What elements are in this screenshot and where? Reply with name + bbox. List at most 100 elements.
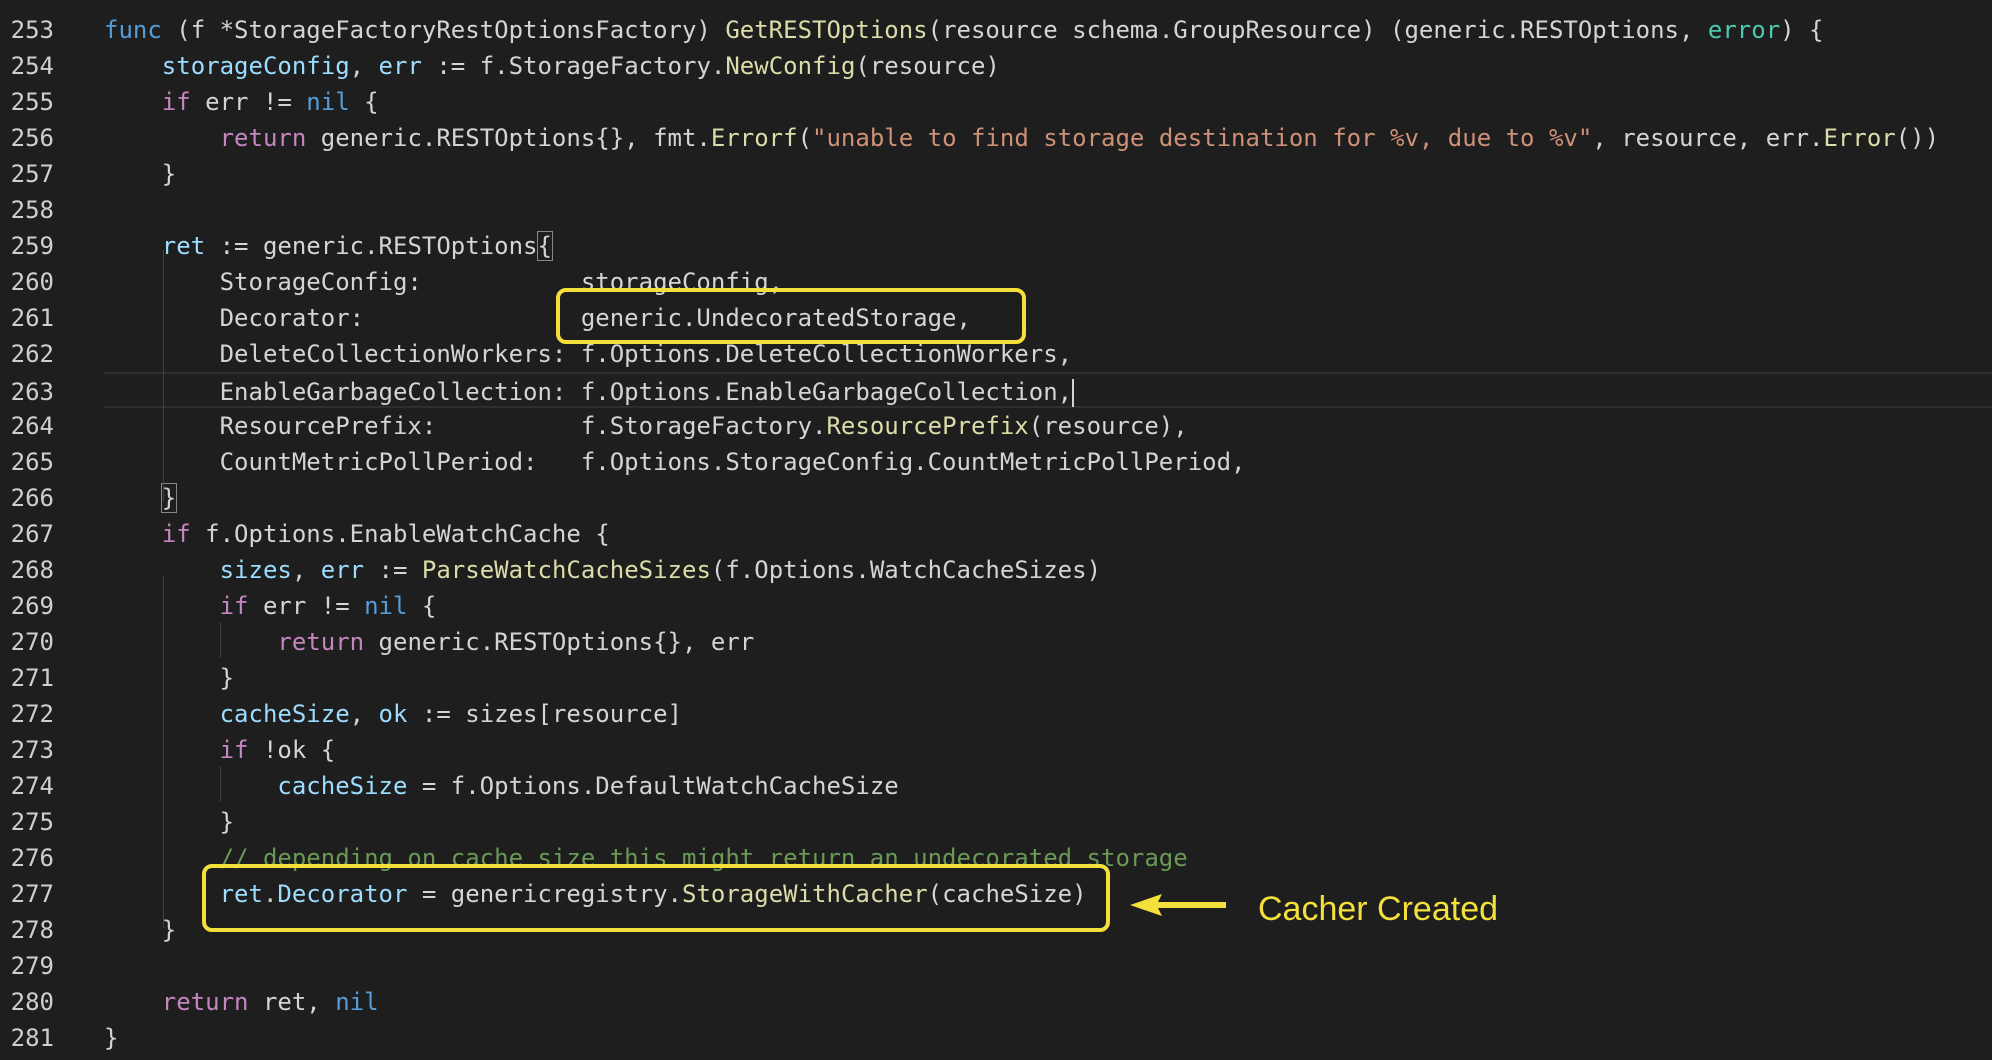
code-token: cacheSize (219, 700, 350, 728)
code-line[interactable]: 258 (0, 192, 1992, 228)
code-token: CountMetricPollPeriod: f.Options.Storage… (104, 448, 1246, 476)
code-token: sizes (219, 556, 292, 584)
code-text: } (104, 660, 234, 696)
code-token: ResourcePrefix: f.StorageFactory. (104, 412, 827, 440)
line-number: 257 (10, 160, 54, 188)
code-text: CountMetricPollPeriod: f.Options.Storage… (104, 444, 1246, 480)
code-line[interactable]: 271 } (0, 660, 1992, 696)
code-token: err != (248, 592, 365, 620)
code-line[interactable]: 269 if err != nil { (0, 588, 1992, 624)
code-line[interactable]: 263 EnableGarbageCollection: f.Options.E… (11, 372, 1992, 410)
code-text: if err != nil { (104, 588, 437, 624)
code-line[interactable]: 266 } (0, 480, 1992, 516)
line-number: 253 (10, 16, 54, 44)
code-line[interactable]: 268 sizes, err := ParseWatchCacheSizes(f… (0, 552, 1992, 588)
code-text: func (f *StorageFactoryRestOptionsFactor… (104, 12, 1824, 48)
code-line[interactable]: 257 } (0, 156, 1992, 192)
code-token: generic.RESTOptions{}, fmt. (306, 124, 711, 152)
code-text: } (104, 912, 176, 948)
code-token: nil (306, 88, 350, 116)
highlight-box-decorator (556, 288, 1026, 344)
line-number: 271 (10, 664, 54, 692)
code-token: , (291, 556, 321, 584)
code-token: "unable to find storage destination for … (812, 124, 1593, 152)
code-line[interactable]: 275 } (0, 804, 1992, 840)
code-line[interactable]: 279 (0, 948, 1992, 984)
code-token: { (349, 88, 379, 116)
code-line[interactable]: 256 return generic.RESTOptions{}, fmt.Er… (0, 120, 1992, 156)
code-line[interactable]: 274 cacheSize = f.Options.DefaultWatchCa… (0, 768, 1992, 804)
line-number: 258 (10, 196, 54, 224)
code-token: err != (190, 88, 307, 116)
code-text: return generic.RESTOptions{}, err (104, 624, 754, 660)
line-number: 255 (10, 88, 54, 116)
line-number: 273 (10, 736, 54, 764)
code-text: } (104, 804, 234, 840)
code-token: } (104, 916, 177, 944)
code-token: := f.StorageFactory. (421, 52, 726, 80)
line-number: 274 (10, 772, 54, 800)
code-token: DeleteCollectionWorkers: f.Options.Delet… (104, 340, 1073, 368)
code-line[interactable]: 273 if !ok { (0, 732, 1992, 768)
code-text: ret := generic.RESTOptions{ (104, 228, 553, 264)
line-number: 281 (10, 1024, 54, 1052)
code-token: return (161, 988, 249, 1016)
line-number: 280 (10, 988, 54, 1016)
code-token: } (104, 664, 235, 692)
code-token: nil (335, 988, 379, 1016)
code-text: sizes, err := ParseWatchCacheSizes(f.Opt… (104, 552, 1101, 588)
code-editor[interactable]: 253 func (f *StorageFactoryRestOptionsFac… (0, 0, 1992, 1060)
code-line[interactable]: 281} (0, 1020, 1992, 1056)
code-text: cacheSize, ok := sizes[resource] (104, 696, 682, 732)
line-number: 275 (10, 808, 54, 836)
code-token: := sizes[resource] (407, 700, 682, 728)
code-text: EnableGarbageCollection: f.Options.Enabl… (104, 374, 1075, 410)
code-line[interactable]: 255 if err != nil { (0, 84, 1992, 120)
line-number: 265 (10, 448, 54, 476)
code-token: ret, (248, 988, 336, 1016)
code-text: } (104, 480, 178, 516)
code-line[interactable]: 272 cacheSize, ok := sizes[resource] (0, 696, 1992, 732)
code-text: if !ok { (104, 732, 336, 768)
code-token: (f (161, 16, 220, 44)
code-text: } (104, 1020, 118, 1056)
code-token: ( (797, 124, 813, 152)
indent-guide (220, 622, 221, 658)
code-token: f.Options.EnableWatchCache { (190, 520, 610, 548)
code-token: Error (1823, 124, 1896, 152)
line-number: 268 (10, 556, 54, 584)
line-number: 259 (10, 232, 54, 260)
code-token: return (277, 628, 365, 656)
code-token: if (161, 88, 191, 116)
code-token: ) (696, 16, 726, 44)
code-token: } (104, 808, 235, 836)
code-line[interactable]: 280 return ret, nil (0, 984, 1992, 1020)
line-number: 272 (10, 700, 54, 728)
code-line[interactable]: 265 CountMetricPollPeriod: f.Options.Sto… (0, 444, 1992, 480)
line-number: 261 (10, 304, 54, 332)
code-line[interactable]: 264 ResourcePrefix: f.StorageFactory.Res… (0, 408, 1992, 444)
code-line[interactable]: 253 func (f *StorageFactoryRestOptionsFac… (0, 12, 1992, 48)
code-line[interactable]: 267 if f.Options.EnableWatchCache { (0, 516, 1992, 552)
code-line[interactable]: 254 storageConfig, err := f.StorageFacto… (0, 48, 1992, 84)
code-token: (f.Options.WatchCacheSizes) (710, 556, 1102, 584)
code-line[interactable]: 270 return generic.RESTOptions{}, err (0, 624, 1992, 660)
code-token: func (104, 16, 162, 44)
line-number: 270 (10, 628, 54, 656)
code-token: !ok { (248, 736, 336, 764)
code-text: if f.Options.EnableWatchCache { (104, 516, 610, 552)
code-line[interactable]: 259 ret := generic.RESTOptions{ (0, 228, 1992, 264)
code-token: err (320, 556, 365, 584)
code-token: } (104, 160, 177, 188)
arrow-icon (1130, 894, 1226, 916)
line-number: 266 (10, 484, 54, 512)
line-number: 269 (10, 592, 54, 620)
